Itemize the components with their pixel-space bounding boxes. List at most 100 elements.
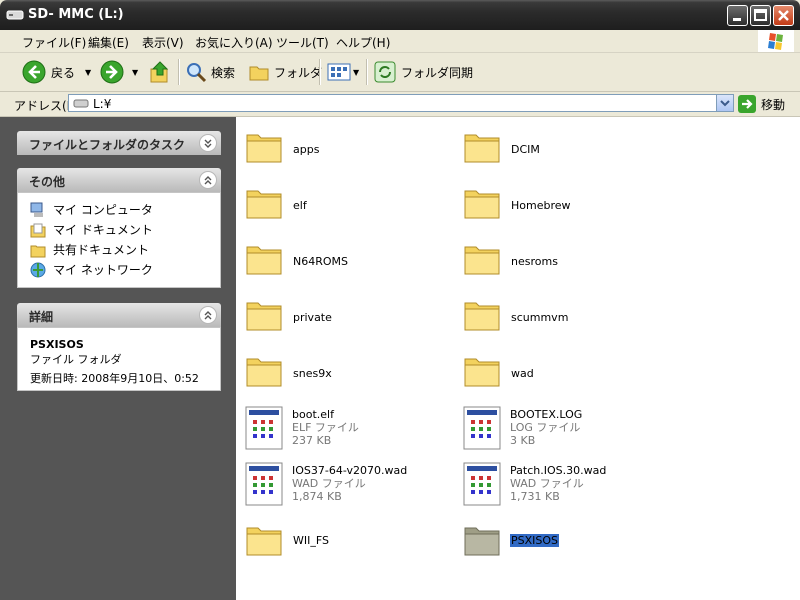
address-input[interactable]: L:¥: [68, 94, 734, 112]
item-name: PSXISOS: [510, 534, 560, 547]
minimize-button[interactable]: [727, 5, 748, 26]
link-shared-documents[interactable]: 共有ドキュメント: [30, 241, 149, 258]
explorer-window: SD- MMC (L:) ファイル(F) 編集(E) 表示(V) お気に入り(A…: [0, 0, 800, 600]
item-name: Homebrew: [511, 199, 571, 212]
back-label: 戻る: [51, 65, 76, 80]
documents-icon: [30, 223, 46, 237]
menu-favorites[interactable]: お気に入り(A): [195, 34, 273, 51]
folder-icon: [246, 190, 282, 219]
file-item[interactable]: BOOTEX.LOG LOG ファイル 3 KB: [463, 406, 582, 450]
item-name: snes9x: [293, 367, 332, 380]
back-arrow-icon: [22, 60, 46, 84]
menu-help[interactable]: ヘルプ(H): [336, 34, 390, 51]
folder-icon: [246, 527, 282, 556]
file-list: apps DCIM elf Homebrew N64ROMS nesroms p…: [236, 117, 800, 600]
folder-item-selected[interactable]: PSXISOS: [462, 520, 560, 560]
folder-icon: [246, 134, 282, 163]
file-item[interactable]: Patch.IOS.30.wad WAD ファイル 1,731 KB: [463, 462, 606, 506]
item-type: WAD ファイル: [292, 477, 366, 490]
item-size: 3 KB: [510, 434, 536, 447]
folder-item[interactable]: private: [244, 295, 332, 335]
folder-item[interactable]: WII_FS: [244, 520, 329, 560]
link-my-documents[interactable]: マイ ドキュメント: [30, 221, 153, 238]
address-dropdown-button[interactable]: [716, 95, 733, 111]
back-dropdown-icon[interactable]: ▼: [85, 68, 91, 77]
folder-icon: [464, 527, 500, 556]
details-modified: 更新日時: 2008年9月10日、0:52: [30, 372, 199, 385]
item-name: N64ROMS: [293, 255, 348, 268]
folder-sync-button[interactable]: フォルダ同期: [373, 58, 473, 86]
expand-icon[interactable]: [199, 134, 217, 152]
menu-file[interactable]: ファイル(F): [22, 34, 86, 51]
link-my-network[interactable]: マイ ネットワーク: [30, 261, 153, 278]
forward-dropdown-icon[interactable]: ▼: [132, 68, 138, 77]
folder-item[interactable]: elf: [244, 183, 307, 223]
menu-view[interactable]: 表示(V): [142, 34, 184, 51]
folder-sync-label: フォルダ同期: [401, 65, 474, 80]
up-folder-icon: [150, 61, 169, 83]
toolbar: 戻る ▼ ▼ 検索 フォルダ ▼ フォルダ同期: [0, 53, 800, 92]
folder-item[interactable]: wad: [462, 351, 534, 391]
item-size: 237 KB: [292, 434, 332, 447]
folder-item[interactable]: apps: [244, 127, 319, 167]
forward-button[interactable]: ▼: [100, 58, 138, 86]
folders-icon: [249, 66, 269, 81]
menu-tools[interactable]: ツール(T): [276, 34, 329, 51]
computer-icon: [30, 202, 43, 217]
close-icon: [778, 10, 789, 21]
item-name: BOOTEX.LOG: [510, 408, 583, 421]
folder-icon: [464, 246, 500, 275]
folder-item[interactable]: snes9x: [244, 351, 332, 391]
search-button[interactable]: 検索: [185, 58, 235, 86]
file-icon: [245, 406, 283, 450]
item-type: LOG ファイル: [510, 421, 581, 434]
views-icon: [327, 63, 351, 81]
up-folder-button[interactable]: [149, 58, 171, 86]
item-name: IOS37-64-v2070.wad: [292, 464, 408, 477]
address-bar: アドレス(D) L:¥ 移動: [0, 92, 800, 117]
file-item[interactable]: IOS37-64-v2070.wad WAD ファイル 1,874 KB: [245, 462, 407, 506]
maximize-button[interactable]: [750, 5, 771, 26]
folder-item[interactable]: Homebrew: [462, 183, 571, 223]
file-item[interactable]: boot.elf ELF ファイル 237 KB: [245, 406, 359, 450]
link-my-computer[interactable]: マイ コンピュータ: [30, 201, 153, 218]
item-size: 1,874 KB: [292, 490, 342, 503]
title-bar[interactable]: SD- MMC (L:): [0, 0, 800, 30]
task-pane: ファイルとフォルダのタスク その他 マイ コンピュータ マイ ドキュメント 共有…: [0, 117, 236, 600]
go-button[interactable]: 移動: [738, 95, 785, 113]
file-folder-tasks-title: ファイルとフォルダのタスク: [29, 138, 186, 152]
folder-icon: [464, 190, 500, 219]
folder-icon: [464, 358, 500, 387]
folders-button[interactable]: フォルダ: [248, 58, 322, 86]
forward-arrow-icon: [100, 60, 124, 84]
file-folder-tasks-header[interactable]: ファイルとフォルダのタスク: [17, 131, 221, 155]
back-button[interactable]: 戻る ▼: [22, 58, 91, 86]
details-name: PSXISOS: [30, 338, 84, 351]
folder-item[interactable]: nesroms: [462, 239, 558, 279]
folder-icon: [246, 358, 282, 387]
link-label: 共有ドキュメント: [53, 243, 150, 257]
views-button[interactable]: ▼: [327, 58, 359, 86]
folder-item[interactable]: scummvm: [462, 295, 568, 335]
item-name: scummvm: [511, 311, 569, 324]
collapse-icon[interactable]: [199, 306, 217, 324]
folder-item[interactable]: N64ROMS: [244, 239, 348, 279]
folders-label: フォルダ: [274, 65, 323, 80]
views-dropdown-icon: ▼: [353, 67, 360, 77]
folder-item[interactable]: DCIM: [462, 127, 540, 167]
item-name: apps: [293, 143, 320, 156]
file-icon: [245, 462, 283, 506]
item-name: Patch.IOS.30.wad: [510, 464, 607, 477]
drive-icon: [73, 99, 89, 108]
details-header[interactable]: 詳細: [17, 303, 221, 327]
other-places-header[interactable]: その他: [17, 168, 221, 192]
item-name: wad: [511, 367, 534, 380]
collapse-icon[interactable]: [199, 171, 217, 189]
folder-icon: [464, 134, 500, 163]
item-name: boot.elf: [292, 408, 334, 421]
menu-edit[interactable]: 編集(E): [88, 34, 129, 51]
close-button[interactable]: [773, 5, 794, 26]
windows-logo: [758, 30, 794, 52]
shared-folder-icon: [30, 245, 46, 257]
other-places-title: その他: [29, 175, 66, 189]
